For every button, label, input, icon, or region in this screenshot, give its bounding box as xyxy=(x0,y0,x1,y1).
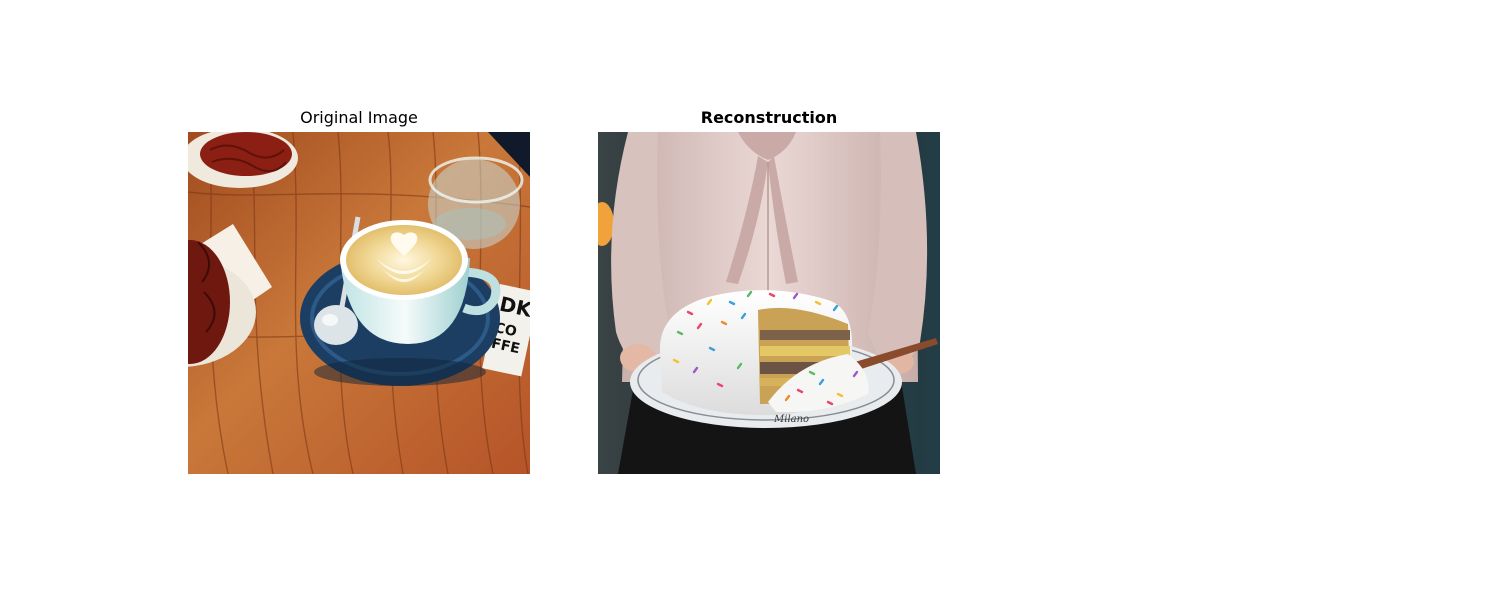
plate-script: Milano xyxy=(773,414,809,425)
reconstruction-image: Milano xyxy=(598,132,940,474)
original-image-title: Original Image xyxy=(300,108,418,127)
reconstruction-title: Reconstruction xyxy=(700,108,838,127)
reconstruction-panel: Reconstruction Milano xyxy=(598,107,940,474)
original-image-panel: Original Image DK CO FFE xyxy=(188,107,530,474)
original-image: DK CO FFE xyxy=(188,132,530,474)
spoon xyxy=(314,305,358,345)
